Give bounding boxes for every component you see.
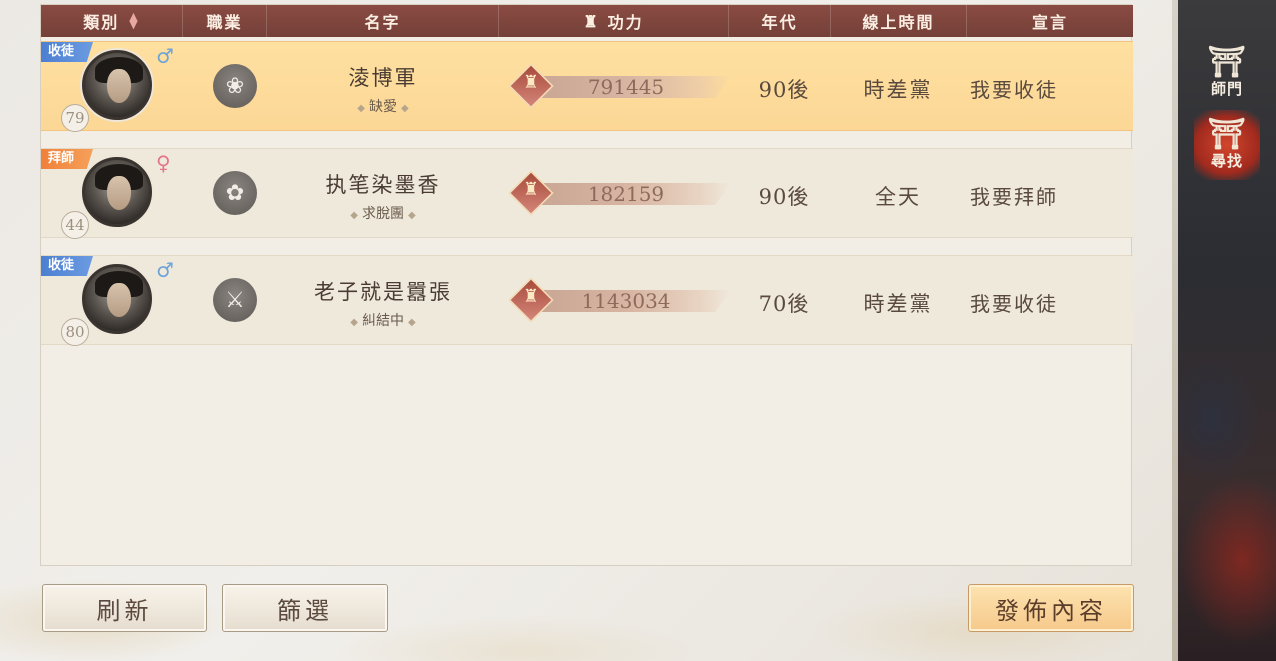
era-value: 90後 (758, 78, 810, 102)
name-block: 老子就是囂張 ◆ 糾結中 ◆ (267, 276, 499, 330)
power-bar: ♜ 182159 (508, 170, 733, 216)
player-status: 求脫團 (362, 206, 404, 222)
avatar-face (107, 283, 131, 317)
header-era-label: 年代 (761, 13, 798, 32)
filter-button[interactable]: 篩選 (222, 584, 388, 632)
side-panel: ⛩ 師門 ⛩ 尋找 (1172, 0, 1276, 661)
era-value: 90後 (758, 185, 810, 209)
header-type[interactable]: 類別 ▲ ▼ (41, 5, 183, 37)
gate-icon: ⛩ (1207, 116, 1247, 152)
status-line: ◆ 缺愛 ◆ (267, 96, 499, 116)
level-badge: 44 (61, 211, 89, 239)
online-time-value: 時差黨 (863, 292, 933, 316)
header-online: 線上時間 (831, 5, 967, 37)
lotus-flower-icon: ✿ (213, 171, 257, 215)
sort-icon[interactable]: ▲ ▼ (129, 11, 139, 30)
era-value: 70後 (758, 292, 810, 316)
header-era: 年代 (729, 5, 831, 37)
header-power: ♜ 功力 (499, 5, 729, 37)
female-icon: ♀ (156, 151, 171, 175)
name-block: 淩博軍 ◆ 缺愛 ◆ (267, 62, 499, 116)
status-line: ◆ 糾結中 ◆ (267, 310, 499, 330)
header-name-label: 名字 (364, 13, 401, 32)
table-row[interactable]: 收徒 ♂ 80 ⚔ 老子就是囂張 ◆ 糾結中 ◆ ♜ 1143034 70後 時差黨… (41, 255, 1133, 346)
refresh-button[interactable]: 刷新 (42, 584, 207, 632)
avatar[interactable] (82, 157, 152, 227)
table-header: 類別 ▲ ▼ 職業 名字 ♜ 功力 年代 線上時間 宣言 (41, 5, 1133, 37)
power-value: 182159 (587, 182, 665, 206)
online-time-value: 全天 (875, 185, 921, 209)
power-emblem-icon: ♜ (522, 179, 540, 200)
tag-badge: 拜師 (41, 149, 93, 169)
header-declaration: 宣言 (967, 5, 1133, 37)
lotus-crest-icon: ❀ (213, 64, 257, 108)
header-online-label: 線上時間 (862, 13, 935, 32)
diamond-icon: ◆ (408, 210, 416, 221)
level-badge: 79 (61, 104, 89, 132)
player-status: 糾結中 (362, 313, 404, 329)
name-block: 执笔染墨香 ◆ 求脫團 ◆ (267, 169, 499, 223)
player-status: 缺愛 (369, 99, 397, 115)
declaration-value: 我要收徒 (970, 78, 1058, 102)
tab-search[interactable]: ⛩ 尋找 (1194, 110, 1260, 180)
side-panel-edge (1172, 0, 1178, 661)
power-bar: ♜ 1143034 (508, 277, 733, 323)
avatar[interactable] (82, 50, 152, 120)
power-emblem-icon: ♜ (522, 286, 540, 307)
power-value: 791445 (587, 75, 665, 99)
online-time-value: 時差黨 (863, 78, 933, 102)
status-line: ◆ 求脫團 ◆ (267, 203, 499, 223)
tab-master-sect[interactable]: ⛩ 師門 (1194, 38, 1260, 108)
player-name: 老子就是囂張 (314, 280, 452, 304)
table-row[interactable]: 收徒 ♂ 79 ❀ 淩博軍 ◆ 缺愛 ◆ ♜ 791445 90後 時差黨 我要收徒 (41, 41, 1133, 132)
declaration-value: 我要收徒 (970, 292, 1058, 316)
power-icon: ♜ (583, 11, 600, 31)
declaration-value: 我要拜師 (970, 185, 1058, 209)
avatar[interactable] (82, 264, 152, 334)
table-row[interactable]: 拜師 ♀ 44 ✿ 执笔染墨香 ◆ 求脫團 ◆ ♜ 182159 90後 全天 我要… (41, 148, 1133, 239)
publish-button[interactable]: 發佈內容 (968, 584, 1134, 632)
male-icon: ♂ (156, 44, 174, 68)
diamond-icon: ◆ (357, 103, 365, 114)
tag-badge: 收徒 (41, 256, 93, 276)
list-panel: 類別 ▲ ▼ 職業 名字 ♜ 功力 年代 線上時間 宣言 收徒 ♂ 79 ❀ 淩博… (40, 4, 1133, 566)
gourd-sword-icon: ⚔ (213, 278, 257, 322)
avatar-face (107, 176, 131, 210)
diamond-icon: ◆ (350, 210, 358, 221)
tab-search-label: 尋找 (1210, 151, 1243, 170)
header-power-label: 功力 (607, 13, 644, 32)
player-name: 淩博軍 (348, 66, 418, 90)
power-bar: ♜ 791445 (508, 63, 733, 109)
header-type-label: 類別 (83, 13, 120, 32)
diamond-icon: ◆ (408, 317, 416, 328)
gate-icon: ⛩ (1207, 44, 1247, 80)
power-emblem-icon: ♜ (522, 72, 540, 93)
player-name: 执笔染墨香 (325, 173, 441, 197)
level-badge: 80 (61, 318, 89, 346)
avatar-face (107, 69, 131, 103)
header-job-label: 職業 (206, 13, 243, 32)
power-value: 1143034 (581, 289, 671, 313)
diamond-icon: ◆ (350, 317, 358, 328)
header-name: 名字 (267, 5, 499, 37)
diamond-icon: ◆ (401, 103, 409, 114)
tab-master-sect-label: 師門 (1210, 79, 1243, 98)
header-job: 職業 (183, 5, 267, 37)
header-declaration-label: 宣言 (1031, 13, 1068, 32)
tag-badge: 收徒 (41, 42, 93, 62)
male-icon: ♂ (156, 258, 174, 282)
